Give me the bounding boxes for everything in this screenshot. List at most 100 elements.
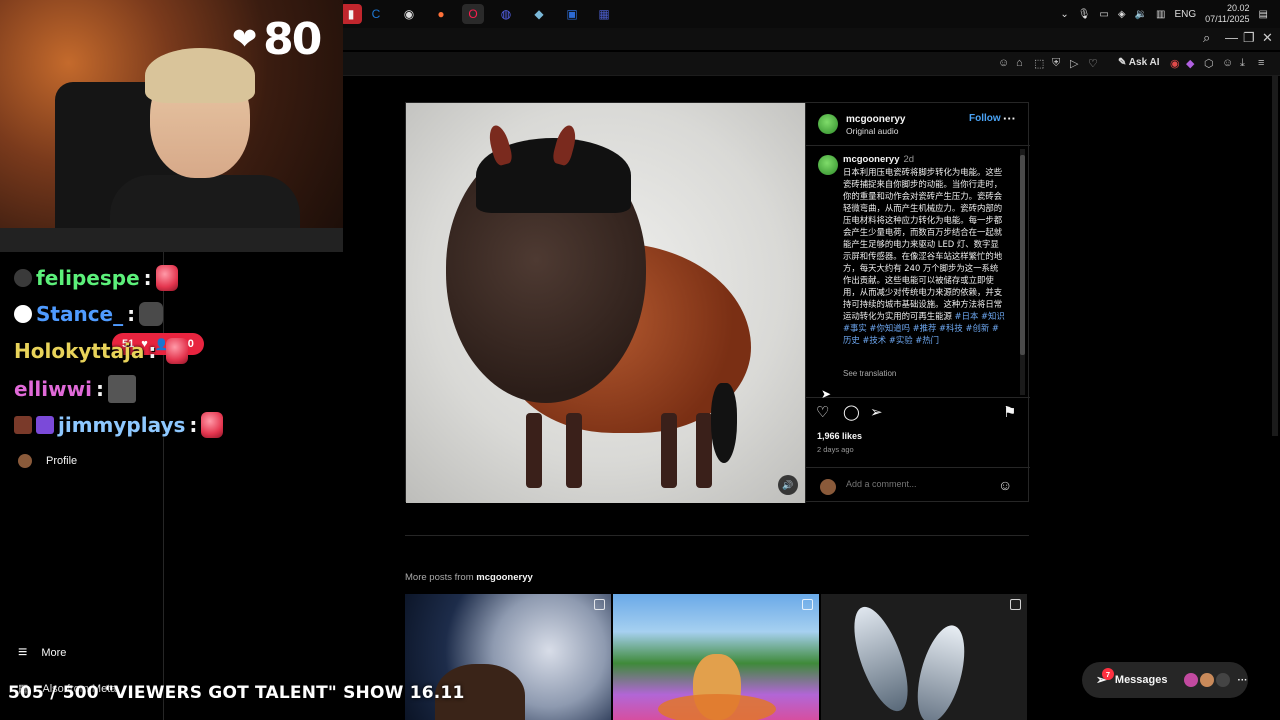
screenshot-icon[interactable]: ⬚ bbox=[1034, 57, 1044, 70]
restore-icon[interactable]: ❐ bbox=[1243, 30, 1255, 46]
reel-icon bbox=[594, 599, 605, 610]
ccleaner-icon[interactable]: C bbox=[365, 4, 387, 24]
chat-username: felipespe bbox=[36, 266, 140, 290]
car-emote-icon bbox=[139, 302, 164, 326]
more-posts-user[interactable]: mcgooneryy bbox=[476, 572, 533, 583]
download-icon[interactable]: ⤓ bbox=[1240, 57, 1245, 70]
caption-body: 日本利用压电瓷砖将脚步转化为电能。这些瓷砖捕捉来自你脚步的动能。当你行走时，你的… bbox=[843, 167, 1003, 321]
sound-toggle-button[interactable]: 🔊 bbox=[778, 475, 798, 495]
butterfly-wings bbox=[658, 694, 776, 720]
language-indicator[interactable]: ENG bbox=[1174, 9, 1196, 20]
chat-colon: : bbox=[189, 413, 198, 437]
network-icon[interactable]: ▥ bbox=[1156, 9, 1165, 20]
share-icon[interactable]: ➢ bbox=[870, 403, 883, 421]
grid-app-icon[interactable]: ▦ bbox=[593, 4, 615, 24]
security-icon[interactable]: ◈ bbox=[1118, 9, 1126, 20]
panda-badge-icon bbox=[14, 305, 32, 323]
heart-counter: ❤ 80 bbox=[232, 14, 322, 65]
messages-button[interactable]: ➢ 7 Messages ··· bbox=[1082, 662, 1248, 698]
hamburger-icon: ≡ bbox=[18, 644, 28, 661]
obs-icon[interactable]: ◉ bbox=[398, 4, 420, 24]
beast-leg bbox=[696, 413, 712, 488]
chat-message: felipespe: bbox=[14, 265, 178, 291]
more-options-icon[interactable]: ··· bbox=[1238, 675, 1248, 686]
avatar bbox=[1215, 673, 1230, 687]
sidebar-item-label: More bbox=[41, 647, 67, 659]
comment-row: ☺ bbox=[806, 467, 1030, 503]
microphone-icon[interactable]: 🎙 bbox=[1078, 9, 1091, 20]
pin-icon[interactable]: ⌂ bbox=[1016, 57, 1023, 69]
more-posts-prefix: More posts from bbox=[405, 572, 477, 583]
webcam-overlay: ❤ 80 bbox=[0, 0, 343, 252]
ask-ai-button[interactable]: ✎ Ask AI bbox=[1118, 57, 1160, 68]
keyboard bbox=[0, 228, 343, 252]
sidebar-item-more[interactable]: ≡ More bbox=[18, 644, 66, 662]
unread-badge: 7 bbox=[1102, 668, 1114, 680]
emoji-icon[interactable]: ☺ bbox=[998, 477, 1012, 493]
ask-ai-label: Ask AI bbox=[1128, 57, 1160, 68]
heart-icon: ❤ bbox=[232, 22, 257, 57]
clock-time: 20.02 bbox=[1227, 3, 1250, 13]
chat-username: Holokyttaja bbox=[14, 339, 145, 363]
user-badge-icon bbox=[14, 269, 32, 287]
post-thumbnail[interactable] bbox=[821, 594, 1027, 720]
discord-icon[interactable]: ◍ bbox=[495, 4, 517, 24]
puzzle-icon[interactable]: ⬡ bbox=[1204, 57, 1214, 70]
page-scrollbar[interactable] bbox=[1272, 76, 1278, 436]
sidebar-item-profile[interactable]: Profile bbox=[18, 454, 77, 468]
network-app-icon[interactable]: ▣ bbox=[561, 4, 583, 24]
shield-icon[interactable]: ⛨ bbox=[1052, 57, 1060, 70]
bookmark-icon[interactable]: ⚑ bbox=[1003, 403, 1016, 421]
comment-input[interactable] bbox=[846, 479, 986, 489]
author-username[interactable]: mcgooneryy bbox=[846, 114, 905, 125]
like-icon[interactable]: ♡ bbox=[816, 403, 829, 421]
notification-icon[interactable]: ▤ bbox=[1259, 9, 1268, 20]
caption-avatar[interactable] bbox=[818, 155, 838, 175]
likes-count[interactable]: 1,966 likes bbox=[817, 431, 862, 441]
close-icon[interactable]: ✕ bbox=[1262, 30, 1273, 46]
follow-button[interactable]: Follow bbox=[969, 113, 1001, 124]
post-thumbnail[interactable] bbox=[613, 594, 819, 720]
reel-icon bbox=[802, 599, 813, 610]
chat-message: jimmyplays: bbox=[14, 412, 224, 438]
menu-icon[interactable]: ≡ bbox=[1258, 57, 1264, 69]
play-icon[interactable]: ▷ bbox=[1070, 57, 1078, 70]
post-age: 2 days ago bbox=[817, 445, 854, 454]
display-icon[interactable]: ▭ bbox=[1099, 9, 1108, 20]
clock-date: 07/11/2025 bbox=[1205, 14, 1250, 24]
extension-icon[interactable]: ◉ bbox=[1170, 57, 1180, 70]
chat-username: Stance_ bbox=[36, 302, 124, 326]
author-avatar[interactable] bbox=[818, 114, 838, 134]
comment-icon[interactable]: ◯ bbox=[843, 403, 860, 421]
profile-icon[interactable]: ☺ bbox=[1222, 57, 1233, 69]
chevron-up-icon[interactable]: ⌄ bbox=[1060, 9, 1068, 20]
beast-tail bbox=[711, 383, 737, 463]
minimize-icon[interactable]: — bbox=[1225, 30, 1238, 45]
chat-username: elliwwi bbox=[14, 377, 92, 401]
heart-icon[interactable]: ♡ bbox=[1088, 57, 1098, 70]
post-sidebar: mcgooneryy Original audio Follow ··· mcg… bbox=[805, 103, 1030, 503]
beast-leg bbox=[661, 413, 677, 488]
post-image[interactable]: 🔊 bbox=[406, 103, 805, 503]
firefox-icon[interactable]: ● bbox=[430, 4, 452, 24]
search-icon[interactable]: ⌕ bbox=[1203, 30, 1210, 46]
more-options-icon[interactable]: ··· bbox=[1003, 111, 1016, 126]
emoji-icon[interactable]: ☺ bbox=[998, 57, 1009, 69]
audio-label[interactable]: Original audio bbox=[846, 126, 898, 136]
clock[interactable]: 20.02 07/11/2025 bbox=[1205, 3, 1249, 25]
pdf-icon[interactable]: ▮ bbox=[340, 4, 362, 24]
divider bbox=[806, 397, 1030, 398]
caption-scroll-thumb[interactable] bbox=[1020, 155, 1025, 355]
reel-icon bbox=[1010, 599, 1021, 610]
opera-gx-icon[interactable]: O bbox=[462, 4, 484, 24]
see-translation-link[interactable]: See translation bbox=[843, 369, 896, 378]
chat-app-icon[interactable]: ◆ bbox=[528, 4, 550, 24]
chat-colon: : bbox=[127, 302, 136, 326]
extension-icon[interactable]: ◆ bbox=[1186, 57, 1194, 70]
mouse-cursor: ➤ bbox=[821, 387, 832, 401]
system-tray: ⌄ 🎙 ▭ ◈ 🔉 ▥ ENG 20.02 07/11/2025 ▤ bbox=[1060, 0, 1280, 28]
avatar bbox=[18, 454, 32, 468]
volume-icon[interactable]: 🔉 bbox=[1135, 9, 1147, 20]
beast-leg bbox=[526, 413, 542, 488]
caption-username[interactable]: mcgooneryy bbox=[843, 154, 900, 165]
